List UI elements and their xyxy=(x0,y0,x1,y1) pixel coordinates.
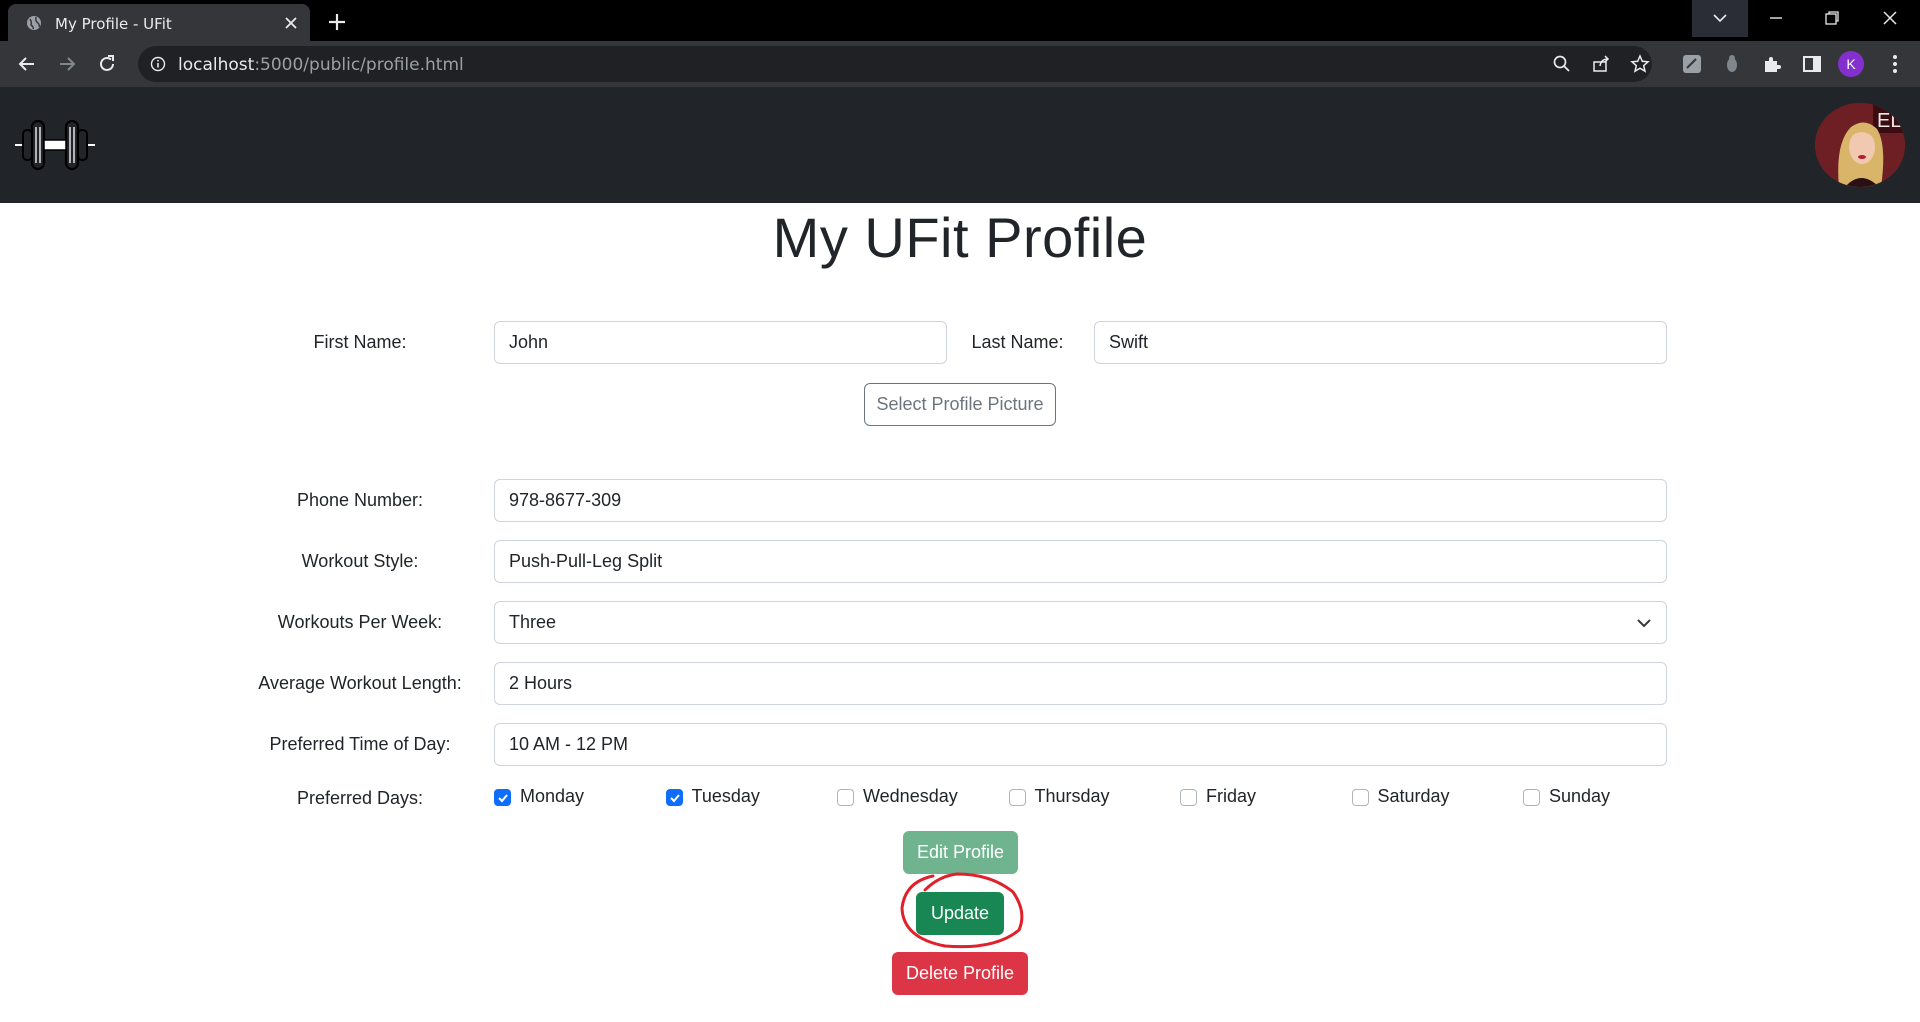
day-label: Friday xyxy=(1206,786,1257,806)
day-label: Sunday xyxy=(1549,786,1611,806)
day-checkbox-friday[interactable] xyxy=(1180,789,1197,806)
checkmark-icon xyxy=(498,794,508,803)
info-icon[interactable] xyxy=(150,56,166,72)
last-name-label: Last Name: xyxy=(971,332,1064,352)
checkmark-icon xyxy=(669,794,680,803)
day-label: Saturday xyxy=(1377,786,1450,806)
preferred-time-label: Preferred Time of Day: xyxy=(269,734,451,754)
close-icon xyxy=(1883,11,1897,25)
workout-style-label: Workout Style: xyxy=(301,551,419,571)
first-name-input[interactable]: John xyxy=(494,321,947,364)
zoom-icon[interactable] xyxy=(1552,54,1572,74)
day-checkbox-thursday[interactable] xyxy=(1008,789,1026,806)
day-label: Monday xyxy=(520,786,585,806)
day-checkbox-wednesday[interactable] xyxy=(837,789,854,806)
phone-number-label: Phone Number: xyxy=(296,490,424,510)
update-button[interactable]: Update xyxy=(916,892,1004,935)
side-panel-icon[interactable] xyxy=(1801,53,1823,75)
tab-title: My Profile - UFit xyxy=(55,15,172,33)
day-checkbox-tuesday[interactable] xyxy=(665,789,683,806)
day-checkbox-saturday[interactable] xyxy=(1351,789,1369,806)
address-bar[interactable]: localhost:5000/public/profile.html xyxy=(138,46,1652,82)
day-checkbox-sunday[interactable] xyxy=(1523,789,1540,806)
day-checkbox-monday[interactable] xyxy=(494,789,511,806)
select-profile-picture-button[interactable]: Select Profile Picture xyxy=(864,383,1056,426)
browser-tab-strip: My Profile - UFit xyxy=(0,0,1920,41)
forward-arrow-icon[interactable] xyxy=(56,53,78,75)
browser-tab[interactable]: My Profile - UFit xyxy=(8,4,310,41)
globe-icon xyxy=(27,16,41,30)
window-close-button[interactable] xyxy=(1862,0,1918,37)
day-label: Wednesday xyxy=(863,786,958,806)
restore-icon xyxy=(1825,11,1839,25)
more-menu-icon[interactable] xyxy=(1884,53,1906,75)
restore-button[interactable] xyxy=(1804,0,1860,37)
url-text: localhost:5000/public/profile.html xyxy=(178,55,464,75)
dumbbell-logo-icon[interactable] xyxy=(14,118,96,172)
preferred-time-input[interactable]: 10 AM - 12 PM xyxy=(494,723,1667,766)
average-workout-length-label: Average Workout Length: xyxy=(258,673,462,693)
edit-profile-button[interactable]: Edit Profile xyxy=(903,831,1018,874)
last-name-input[interactable]: Swift xyxy=(1094,321,1667,364)
profile-photo: EL xyxy=(1815,103,1905,187)
site-navbar: EL xyxy=(0,87,1920,203)
workouts-per-week-label: Workouts Per Week: xyxy=(277,612,443,632)
preferred-days-label: Preferred Days: xyxy=(296,788,424,808)
url-path: :5000/public/profile.html xyxy=(254,55,464,75)
delete-profile-button[interactable]: Delete Profile xyxy=(892,952,1028,995)
extension-icon[interactable] xyxy=(1681,53,1703,75)
share-icon[interactable] xyxy=(1591,54,1611,74)
workouts-per-week-value: Three xyxy=(509,612,557,632)
browser-toolbar: localhost:5000/public/profile.html K xyxy=(0,41,1920,87)
average-workout-length-input[interactable]: 2 Hours xyxy=(494,662,1667,705)
close-tab-icon[interactable] xyxy=(281,13,301,33)
user-avatar[interactable]: EL xyxy=(1815,103,1905,187)
minimize-icon xyxy=(1770,17,1782,19)
chevron-down-icon xyxy=(1637,619,1651,628)
first-name-label: First Name: xyxy=(313,332,407,352)
browser-profile-avatar[interactable]: K xyxy=(1838,51,1864,77)
chevron-down-icon xyxy=(1713,14,1727,23)
svg-text:EL: EL xyxy=(1877,110,1901,132)
minimize-button[interactable] xyxy=(1748,0,1804,37)
extension-bug-icon[interactable] xyxy=(1721,53,1743,75)
day-label: Thursday xyxy=(1034,786,1110,806)
bookmark-star-icon[interactable] xyxy=(1630,54,1650,74)
phone-number-input[interactable]: 978-8677-309 xyxy=(494,479,1667,522)
day-label: Tuesday xyxy=(691,786,760,806)
reload-icon[interactable] xyxy=(96,53,118,75)
workout-style-input[interactable]: Push-Pull-Leg Split xyxy=(494,540,1667,583)
url-host: localhost xyxy=(178,55,255,75)
tab-search-button[interactable] xyxy=(1692,0,1748,37)
workouts-per-week-select[interactable]: Three xyxy=(494,601,1667,644)
new-tab-icon[interactable] xyxy=(324,9,350,35)
back-arrow-icon[interactable] xyxy=(16,53,38,75)
puzzle-icon[interactable] xyxy=(1761,53,1783,75)
page-title: My UFit Profile xyxy=(772,206,1148,269)
